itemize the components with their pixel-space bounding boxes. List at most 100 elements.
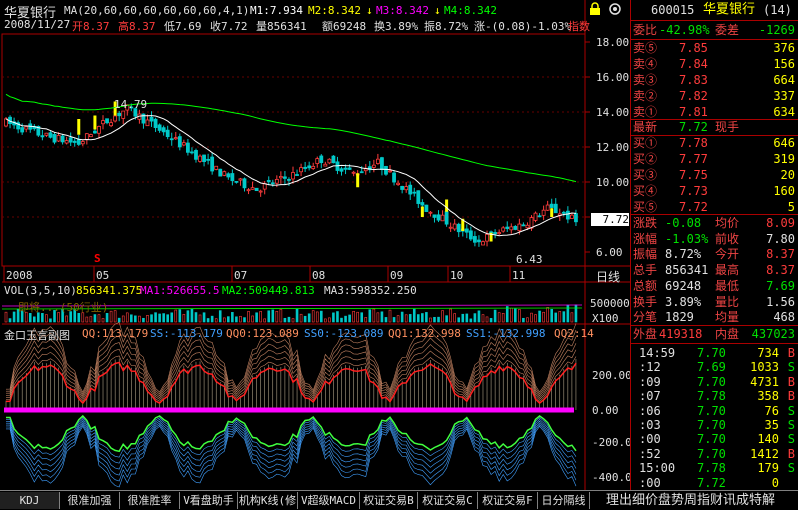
candle-body: [222, 171, 227, 176]
stat-row[interactable]: 振幅 8.72% 今开 8.37: [631, 246, 798, 262]
candle-body: [88, 134, 93, 138]
candle-body: [242, 178, 247, 189]
candle-body: [210, 156, 215, 172]
buy-level-row[interactable]: 买③ 7.75 20: [631, 167, 798, 183]
sell-level-volume: 664: [773, 73, 795, 87]
volume-bar: [101, 318, 105, 323]
candle-body: [477, 239, 481, 243]
volume-bar: [311, 310, 315, 323]
function-scroll-text[interactable]: 理出细价盘势周指财讯成特解: [606, 491, 775, 510]
candle-body: [169, 138, 174, 141]
volume-bar: [356, 311, 359, 323]
candle-body: [303, 166, 308, 169]
date-axis-label: 2008: [6, 269, 33, 282]
indicator-tab[interactable]: 日分隔线: [538, 492, 590, 509]
arrow-down-icon: ↓: [434, 4, 441, 17]
stat-row[interactable]: 总额 69248 最低 7.69: [631, 278, 798, 294]
ma-m4: M4:8.342: [444, 4, 497, 17]
candle-body: [565, 210, 570, 220]
price-axis-label: 10.00: [596, 176, 629, 189]
volume-bar: [493, 309, 497, 323]
stat-row[interactable]: 换手 3.89% 量比 1.56: [631, 294, 798, 310]
stat-label: 换手: [633, 294, 658, 309]
volume-bar: [526, 317, 529, 323]
stat-row[interactable]: 涨跌 -0.08 均价 8.09: [631, 215, 798, 231]
candle-body: [181, 142, 186, 146]
candle-body: [161, 127, 166, 133]
chart-area[interactable]: 18.0016.0014.0012.0010.008.006.00 200805…: [0, 0, 630, 490]
volume-bar: [417, 314, 420, 323]
volume-bar: [514, 308, 517, 323]
candle-body: [24, 126, 29, 130]
volume-bar: [299, 313, 303, 323]
volume-bar: [162, 313, 165, 323]
candle-body: [440, 214, 445, 222]
indicator-tab[interactable]: 权证交易F: [478, 492, 538, 509]
quote-suffix: (14): [763, 3, 792, 17]
index-label[interactable]: 指数: [568, 18, 590, 34]
indicator-tab[interactable]: 机构K线(修: [238, 492, 298, 509]
sell-level-row[interactable]: 卖② 7.82 337: [631, 88, 798, 104]
stat-label: 总额: [633, 278, 658, 293]
lock-icon[interactable]: [588, 2, 602, 16]
volume-bar: [202, 312, 206, 323]
candle-body: [121, 110, 126, 119]
volume-bar: [469, 318, 473, 323]
stat-label: 量比: [715, 294, 740, 309]
candle-body: [113, 115, 118, 122]
indicator-tab[interactable]: 很准胜率: [120, 492, 180, 509]
volume-bar: [239, 315, 242, 323]
signal-bar: [445, 199, 449, 212]
volume-bar: [275, 311, 279, 323]
settings-icon[interactable]: [608, 2, 622, 16]
tick-row[interactable]: :00 7.72 0: [631, 475, 798, 491]
volume-bar: [85, 316, 89, 323]
indicator-tab[interactable]: V看盘助手: [180, 492, 238, 509]
candle-body: [537, 215, 542, 218]
candle-body: [561, 211, 566, 214]
stat-value: 3.89%: [665, 294, 702, 309]
volume-bar: [109, 310, 113, 323]
indicator-tab[interactable]: 权证交易B: [360, 492, 418, 509]
volume-bar: [32, 316, 36, 323]
stat-label: 最低: [715, 278, 740, 293]
volume-bar: [194, 312, 198, 323]
indicator-tab-bar: KDJ 很准加强 很准胜率 V看盘助手 机构K线(修 V超级MACD 权证交易B 权证交易C 权…: [0, 490, 798, 510]
candle-body: [404, 186, 409, 191]
stat-row[interactable]: 分笔 1829 均量 468: [631, 309, 798, 325]
buy-level-row[interactable]: 买① 7.78 646: [631, 135, 798, 151]
candle-body: [165, 129, 170, 138]
bar-amplitude: 振8.72%: [424, 20, 469, 33]
stat-value: -0.08: [665, 216, 702, 230]
volume-bar: [453, 313, 456, 323]
volume-bar: [287, 316, 291, 323]
sell-level-row[interactable]: 卖⑤ 7.85 376: [631, 40, 798, 56]
sell-level-row[interactable]: 卖① 7.81 634: [631, 104, 798, 120]
indicator-tab[interactable]: 权证交易C: [418, 492, 478, 509]
buy-level-row[interactable]: 买⑤ 7.72 5: [631, 199, 798, 215]
candle-body: [359, 171, 364, 174]
volume-bar: [328, 317, 331, 323]
stat-row[interactable]: 总手 856341 最高 8.37: [631, 262, 798, 278]
buy-level-row[interactable]: 买④ 7.73 160: [631, 183, 798, 199]
sell-level-row[interactable]: 卖③ 7.83 664: [631, 72, 798, 88]
buy-level-volume: 20: [780, 168, 795, 182]
indicator-tab[interactable]: 很准加强: [60, 492, 120, 509]
stat-label: 均价: [715, 216, 740, 230]
indicator-tab[interactable]: KDJ: [0, 492, 60, 509]
buy-level-row[interactable]: 买② 7.77 319: [631, 151, 798, 167]
volume-bar: [485, 316, 489, 323]
vol-ma3: MA3:598352.250: [324, 284, 417, 297]
candle-body: [186, 142, 190, 153]
candle-body: [493, 232, 498, 235]
volume-bar: [396, 315, 400, 323]
candle-body: [84, 133, 89, 140]
period-label[interactable]: 日线: [596, 268, 620, 285]
date-axis-label: 08: [312, 269, 325, 282]
indicator-tab[interactable]: V超级MACD: [298, 492, 360, 509]
sell-level-row[interactable]: 卖④ 7.84 156: [631, 56, 798, 72]
volume-bar: [408, 314, 412, 323]
candle-body: [327, 158, 332, 164]
stat-row[interactable]: 涨幅 -1.03% 前收 7.80: [631, 231, 798, 247]
candle-body: [323, 163, 328, 167]
